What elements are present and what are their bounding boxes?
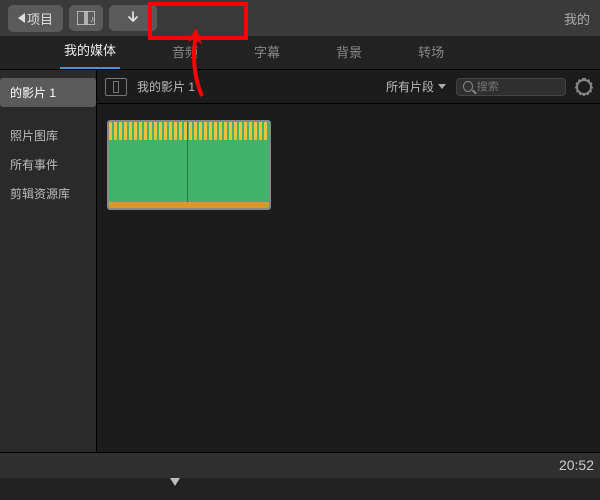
sidebar-item-photos[interactable]: 照片图库	[0, 121, 96, 150]
media-browser: 我的影片 1 所有片段	[96, 70, 600, 452]
tab-backgrounds[interactable]: 背景	[332, 36, 366, 69]
timeline-ruler[interactable]	[0, 478, 600, 500]
settings-button[interactable]	[576, 79, 592, 95]
clip-filter-label: 所有片段	[386, 78, 434, 95]
clip-filter-dropdown[interactable]: 所有片段	[386, 78, 446, 95]
tab-titles[interactable]: 字幕	[250, 36, 284, 69]
sidebar-item-all-events[interactable]: 所有事件	[0, 150, 96, 179]
library-sidebar: 的影片 1 照片图库 所有事件 剪辑资源库	[0, 70, 96, 452]
import-button[interactable]	[109, 5, 157, 31]
search-icon	[463, 81, 473, 92]
audio-baseline-icon	[109, 202, 269, 208]
playhead-icon[interactable]	[170, 478, 180, 486]
clips-area	[97, 104, 600, 452]
sidebar-item-resources[interactable]: 剪辑资源库	[0, 179, 96, 208]
chevron-left-icon	[18, 13, 25, 23]
media-tabs: 我的媒体 音频 字幕 背景 转场	[0, 36, 600, 70]
search-input[interactable]	[477, 81, 559, 93]
tab-transitions[interactable]: 转场	[414, 36, 448, 69]
back-label: 项目	[27, 9, 53, 28]
timeline-footer: 20:52	[0, 452, 600, 500]
audio-waveform-icon	[109, 122, 269, 140]
tab-my-media[interactable]: 我的媒体	[60, 34, 120, 69]
timecode-display: 20:52	[559, 457, 594, 473]
layout-icon: ♪	[77, 11, 95, 25]
layout-toggle-button[interactable]: ♪	[69, 5, 103, 31]
browser-title: 我的影片 1	[137, 78, 195, 95]
media-clip[interactable]	[107, 120, 271, 210]
content-area: 的影片 1 照片图库 所有事件 剪辑资源库 我的影片 1 所有片段	[0, 70, 600, 452]
filmstrip-icon	[113, 81, 119, 93]
browser-toolbar: 我的影片 1 所有片段	[97, 70, 600, 104]
download-arrow-icon	[125, 10, 141, 26]
titlebar: 项目 ♪ 我的	[0, 0, 600, 36]
svg-text:♪: ♪	[90, 14, 95, 24]
sidebar-item-project[interactable]: 的影片 1	[0, 78, 96, 107]
clip-divider	[187, 122, 188, 208]
chevron-down-icon	[438, 84, 446, 89]
filmstrip-toggle-button[interactable]	[105, 78, 127, 96]
search-field[interactable]	[456, 78, 566, 96]
back-to-projects-button[interactable]: 项目	[8, 5, 63, 32]
tab-audio[interactable]: 音频	[168, 36, 202, 69]
project-name-label: 我的	[564, 9, 592, 28]
